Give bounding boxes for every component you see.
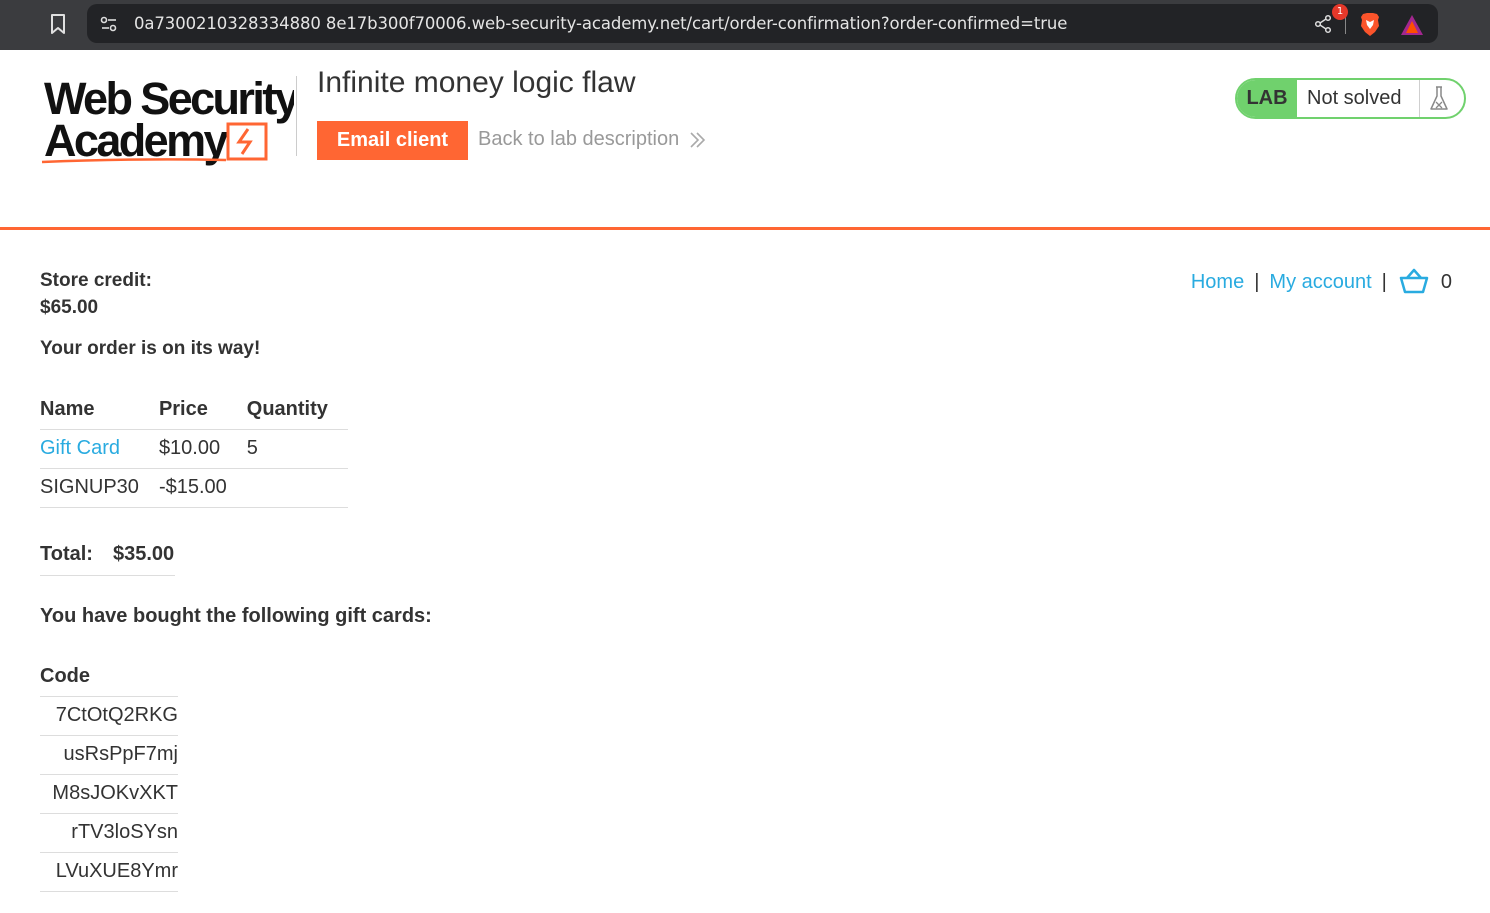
status-divider — [1419, 80, 1420, 117]
column-header-code: Code — [40, 658, 178, 697]
store-credit-value: $65.00 — [40, 297, 99, 318]
table-header-row: Name Price Quantity — [40, 391, 348, 430]
double-chevron-right-icon[interactable] — [688, 130, 706, 150]
gift-card-code: usRsPpF7mj — [40, 735, 178, 775]
table-row: rTV3loSYsn — [40, 813, 178, 853]
gift-card-code: 7CtOtQ2RKG — [40, 696, 178, 736]
gift-card-code: M8sJOKvXKT — [40, 774, 178, 814]
home-link[interactable]: Home — [1191, 271, 1244, 293]
table-row: M8sJOKvXKT — [40, 774, 178, 814]
email-client-button[interactable]: Email client — [317, 121, 468, 160]
table-row: SIGNUP30 -$15.00 — [40, 468, 348, 508]
table-row: Gift Card $10.00 5 — [40, 429, 348, 469]
lab-status-widget: LAB Not solved — [1235, 78, 1466, 119]
cart-icon[interactable] — [1399, 268, 1429, 294]
total-value: $35.00 — [113, 543, 175, 565]
nav-separator: | — [1254, 271, 1260, 293]
nav-separator: | — [1381, 271, 1387, 293]
column-header-name: Name — [40, 391, 159, 430]
browser-toolbar: 0a7300210328334880 8e17b300f70006.web-se… — [0, 0, 1490, 50]
header-rule — [0, 227, 1490, 230]
lab-status-tag: LAB — [1237, 80, 1297, 117]
url-text[interactable]: 0a7300210328334880 8e17b300f70006.web-se… — [134, 14, 1067, 33]
gift-cards-message: You have bought the following gift cards… — [40, 605, 432, 627]
column-header-price: Price — [158, 391, 247, 430]
site-settings-icon[interactable] — [99, 15, 119, 33]
my-account-link[interactable]: My account — [1269, 271, 1371, 293]
gift-card-codes-table: Code 7CtOtQ2RKG usRsPpF7mj M8sJOKvXKT rT… — [40, 658, 178, 892]
notification-badge: 1 — [1332, 4, 1348, 20]
table-row: LVuXUE8Ymr — [40, 852, 178, 892]
item-quantity-cell: 5 — [246, 429, 348, 469]
coupon-name-cell: SIGNUP30 — [40, 468, 159, 508]
address-bar[interactable]: 0a7300210328334880 8e17b300f70006.web-se… — [87, 4, 1438, 43]
bookmark-icon[interactable] — [46, 11, 70, 37]
header-divider — [296, 76, 297, 156]
flask-icon — [1430, 86, 1448, 110]
item-name-cell: Gift Card — [40, 429, 159, 469]
gift-card-code: LVuXUE8Ymr — [40, 852, 178, 892]
back-to-lab-description-link[interactable]: Back to lab description — [478, 128, 679, 151]
order-items-table: Name Price Quantity Gift Card $10.00 5 S… — [40, 391, 348, 508]
coupon-quantity-cell — [246, 468, 348, 508]
web-security-academy-logo[interactable]: Web Security Academy — [40, 74, 294, 166]
coupon-discount-cell: -$15.00 — [158, 468, 247, 508]
table-header-row: Code — [40, 658, 178, 697]
order-confirmation-message: Your order is on its way! — [40, 338, 261, 359]
total-label: Total: — [40, 543, 93, 565]
top-nav: Home | My account | 0 — [1191, 268, 1452, 296]
cart-count[interactable]: 0 — [1441, 271, 1452, 293]
lab-status-text: Not solved — [1307, 87, 1402, 109]
column-header-quantity: Quantity — [246, 391, 348, 430]
item-price-cell: $10.00 — [158, 429, 247, 469]
share-icon[interactable] — [1313, 14, 1333, 34]
table-row: usRsPpF7mj — [40, 735, 178, 775]
store-credit-label: Store credit: — [40, 270, 152, 291]
table-row: 7CtOtQ2RKG — [40, 696, 178, 736]
lab-title: Infinite money logic flaw — [317, 66, 636, 99]
order-total: Total: $35.00 — [40, 536, 175, 576]
brave-shields-icon[interactable] — [1359, 11, 1381, 37]
gift-card-product-link[interactable]: Gift Card — [40, 437, 120, 459]
brave-rewards-icon[interactable] — [1399, 13, 1425, 37]
gift-card-code: rTV3loSYsn — [40, 813, 178, 853]
